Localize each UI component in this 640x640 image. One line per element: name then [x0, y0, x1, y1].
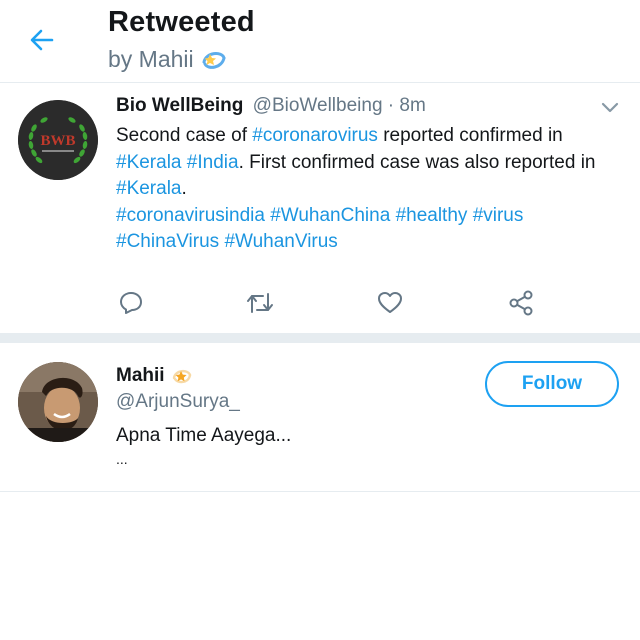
- hashtag-link[interactable]: #coronavirusindia: [116, 205, 265, 226]
- hashtag-link[interactable]: #healthy: [396, 205, 468, 226]
- dizzy-emoji-icon: [200, 48, 228, 72]
- hashtag-link[interactable]: #coronarovirus: [252, 125, 378, 146]
- card-divider: [0, 491, 640, 492]
- follow-button[interactable]: Follow: [485, 361, 619, 407]
- tweet-actions: [0, 288, 640, 318]
- tweet-text-main: Second case of #coronarovirus reported c…: [116, 125, 595, 199]
- reply-icon: [120, 292, 142, 314]
- share-icon: [509, 290, 533, 316]
- tweet-menu-button[interactable]: [600, 101, 620, 115]
- user-handle[interactable]: @ArjunSurya_: [116, 391, 240, 413]
- tweet[interactable]: BWB Bio WellBeing @BioWellbeing · 8m Sec…: [0, 83, 640, 333]
- retweet-button[interactable]: [245, 288, 275, 318]
- retweeted-by-label: by Mahii: [108, 46, 194, 72]
- section-separator: [0, 333, 640, 343]
- avatar[interactable]: BWB: [18, 100, 98, 180]
- chevron-down-icon: [601, 102, 619, 113]
- share-button[interactable]: [506, 288, 536, 318]
- retweeted-by[interactable]: by Mahii: [108, 46, 228, 73]
- bio-more: ...: [116, 451, 128, 467]
- user-bio: Apna Time Aayega...: [116, 425, 292, 446]
- retweeted-page: Retweeted by Mahii BWB Bio WellBeing @Bi…: [0, 0, 640, 640]
- tweet-time[interactable]: 8m: [399, 95, 425, 116]
- page-title: Retweeted: [108, 6, 255, 38]
- hashtag-link[interactable]: #India: [187, 152, 239, 173]
- hashtag-link[interactable]: #virus: [473, 205, 524, 226]
- header: Retweeted by Mahii: [0, 0, 640, 82]
- hashtag-link[interactable]: #Kerala: [116, 178, 182, 199]
- reply-button[interactable]: [116, 288, 146, 318]
- hashtag-link[interactable]: #ChinaVirus: [116, 231, 219, 252]
- time-separator: ·: [382, 95, 400, 116]
- bwb-logo: BWB: [18, 100, 98, 180]
- hashtag-link[interactable]: #WuhanVirus: [224, 231, 337, 252]
- user-name: Mahii: [116, 365, 165, 386]
- author-name[interactable]: Bio WellBeing: [116, 95, 243, 116]
- tweet-text: Second case of #coronarovirus reported c…: [116, 123, 621, 256]
- tweet-hashtags: #coronavirusindia #WuhanChina #healthy #…: [116, 205, 523, 253]
- like-icon: [378, 292, 402, 313]
- hashtag-link[interactable]: #Kerala: [116, 152, 182, 173]
- author-handle[interactable]: @BioWellbeing: [253, 95, 383, 116]
- tweet-text-segment: . First confirmed case was also reported…: [238, 151, 596, 173]
- tweet-header: Bio WellBeing @BioWellbeing · 8m: [116, 95, 426, 117]
- like-button[interactable]: [375, 288, 405, 318]
- hashtag-link[interactable]: #WuhanChina: [270, 205, 390, 226]
- user-card[interactable]: Mahii @ArjunSurya_ Apna Time Aayega... .…: [0, 343, 640, 491]
- retweet-icon: [247, 293, 273, 313]
- dizzy-emoji-icon: [171, 366, 193, 386]
- tweet-text-segment: .: [181, 178, 187, 199]
- back-button[interactable]: [24, 22, 60, 58]
- bwb-logo-text: BWB: [40, 133, 75, 149]
- user-photo: [18, 362, 98, 442]
- tweet-text-segment: Second case of: [116, 125, 253, 146]
- user-avatar[interactable]: [18, 362, 98, 442]
- tweet-text-segment: reported confirmed in: [377, 125, 563, 146]
- back-arrow-icon: [30, 29, 54, 51]
- user-name-row[interactable]: Mahii: [116, 365, 193, 387]
